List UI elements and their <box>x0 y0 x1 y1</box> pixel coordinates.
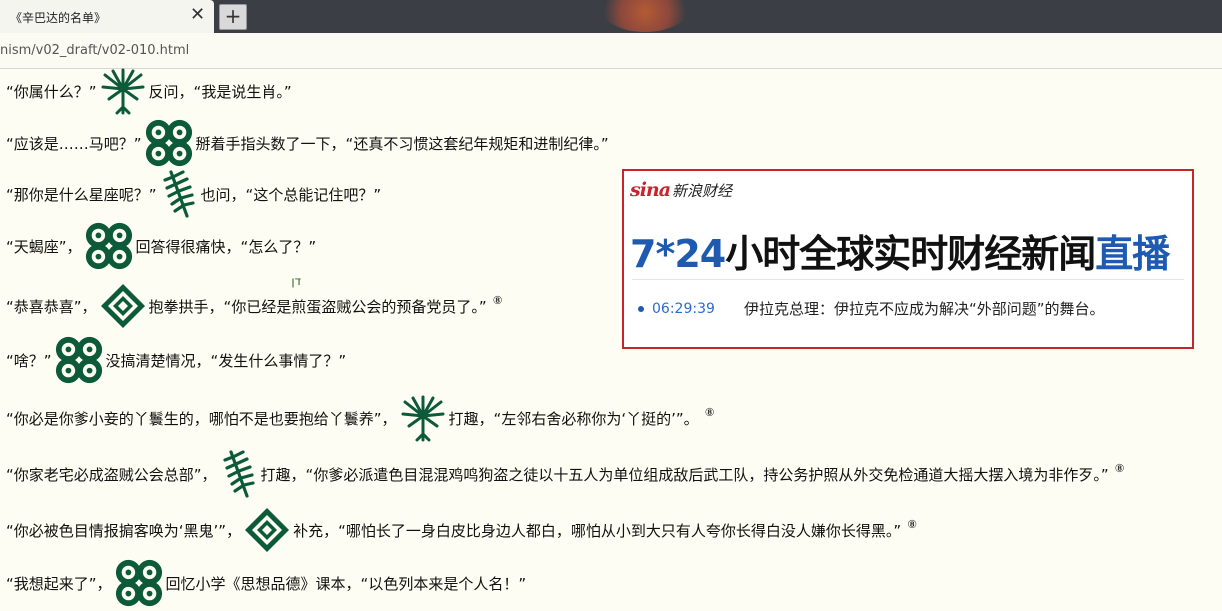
dialogue-line: “啥？” 没搞清楚情况，“发生什么事情了？” <box>6 334 346 386</box>
dialogue-line: “我想起来了”， 回忆小学《思想品德》课本，“以色列本来是个人名！” <box>6 557 526 609</box>
news-text[interactable]: 伊拉克总理：伊拉克不应成为解决“外部问题”的舞台。 <box>744 298 1105 319</box>
headline-prefix: 7*24 <box>630 232 726 276</box>
line-text: “我想起来了”， <box>6 574 112 593</box>
triple-ring-icon <box>144 118 194 168</box>
line-text: 补充，“哪怕长了一身白皮比身边人都白，哪怕从小到大只有人夸你长得白没人嫌你长得黑… <box>293 521 902 540</box>
line-text: “那你是什么星座呢？” <box>6 185 157 204</box>
line-text: 煎蛋盗贼公会的预备党员了。” <box>291 297 487 316</box>
dialogue-line: “恭喜恭喜”， 抱拳拱手，“你已经是 דן 煎蛋盗贼公会的预备党员了。” ⑧ <box>6 274 503 332</box>
dialogue-line: “你家老宅必成盗贼公会总部”， 打趣，“你爹必派遣色目混混鸡鸣狗盗之徒以十五人为… <box>6 448 1124 500</box>
line-text: 回答得很痛快，“怎么了？” <box>135 237 317 256</box>
line-text: 打趣，“左邻右舍必称你为‘丫挺的’”。 <box>448 409 699 428</box>
tab-title: 《辛巴达的名单》 <box>10 11 107 25</box>
line-text: “你家老宅必成盗贼公会总部”， <box>6 465 217 484</box>
line-text: 反问，“我是说生肖。” <box>148 82 292 101</box>
fern-leaf-icon <box>159 168 199 220</box>
footnote-marker[interactable]: ⑧ <box>493 294 503 307</box>
nested-diamond-icon <box>99 282 147 330</box>
line-text: “天蝎座”， <box>6 237 82 256</box>
sina-logo-icon: sina <box>630 179 671 201</box>
headline-suffix: 直播 <box>1095 232 1170 276</box>
palm-tree-icon <box>99 67 147 115</box>
footnote-marker[interactable]: ⑧ <box>705 406 715 419</box>
tab-bar: 《辛巴达的名单》 ✕ + <box>0 0 1222 33</box>
news-time: 06:29:39 <box>652 300 715 317</box>
headline-main: 小时全球实时财经新闻 <box>725 232 1096 276</box>
news-widget[interactable]: sina 新浪财经 7*24小时全球实时财经新闻直播 06:29:39 伊拉克总… <box>622 169 1194 349</box>
line-text: 掰着手指头数了一下，“还真不习惯这套纪年规矩和进制纪律。” <box>195 134 609 153</box>
footnote-marker[interactable]: ⑧ <box>1115 462 1125 475</box>
new-tab-button[interactable]: + <box>219 4 247 30</box>
news-item[interactable]: 06:29:39 伊拉克总理：伊拉克不应成为解决“外部问题”的舞台。 <box>638 298 1105 319</box>
line-text: 没搞清楚情况，“发生什么事情了？” <box>105 351 347 370</box>
triple-ring-icon <box>54 335 104 385</box>
line-text: “啥？” <box>6 351 52 370</box>
line-text: 回忆小学《思想品德》课本，“以色列本来是个人名！” <box>165 574 527 593</box>
widget-headline: 7*24小时全球实时财经新闻直播 <box>630 223 1170 278</box>
line-text: “恭喜恭喜”， <box>6 297 97 316</box>
dialogue-line: “你必被色目情报掮客唤为‘黑鬼’”， 补充，“哪怕长了一身白皮比身边人都白，哪怕… <box>6 504 917 556</box>
line-text: “你必被色目情报掮客唤为‘黑鬼’”， <box>6 521 242 540</box>
active-tab[interactable]: 《辛巴达的名单》 ✕ <box>0 0 214 33</box>
nested-diamond-icon <box>243 506 291 554</box>
line-text: 抱拳拱手，“你已经是 <box>148 297 292 316</box>
address-url[interactable]: nism/v02_draft/v02-010.html <box>0 43 189 58</box>
annotated-text: דן 煎蛋盗贼公会的预备党员了。” <box>291 274 487 317</box>
footnote-marker[interactable]: ⑧ <box>907 518 917 531</box>
dialogue-line: “天蝎座”， 回答得很痛快，“怎么了？” <box>6 220 316 272</box>
dialogue-line: “应该是……马吧？” 掰着手指头数了一下，“还真不习惯这套纪年规矩和进制纪律。” <box>6 117 609 169</box>
sina-finance-brand[interactable]: sina 新浪财经 <box>630 179 732 201</box>
brand-name: 新浪财经 <box>672 182 733 200</box>
browser-logo-icon <box>600 0 690 32</box>
line-text: 打趣，“你爹必派遣色目混混鸡鸣狗盗之徒以十五人为单位组成敌后武工队，持公务护照从… <box>260 465 1109 484</box>
address-bar[interactable]: nism/v02_draft/v02-010.html <box>0 33 1222 69</box>
dialogue-line: “那你是什么星座呢？” 也问，“这个总能记住吧？” <box>6 168 381 220</box>
divider <box>632 279 1184 280</box>
hebrew-annotation: דן <box>291 273 302 288</box>
line-text: “你属什么？” <box>6 82 97 101</box>
line-text: “应该是……马吧？” <box>6 134 142 153</box>
triple-ring-icon <box>84 221 134 271</box>
close-tab-icon[interactable]: ✕ <box>190 6 205 24</box>
palm-tree-icon <box>399 394 447 442</box>
line-text: 也问，“这个总能记住吧？” <box>200 185 382 204</box>
triple-ring-icon <box>114 558 164 608</box>
dialogue-line: “你必是你爹小妾的丫鬟生的，哪怕不是也要抱给丫鬟养”， 打趣，“左邻右舍必称你为… <box>6 392 715 444</box>
bullet-icon <box>638 305 644 312</box>
line-text: “你必是你爹小妾的丫鬟生的，哪怕不是也要抱给丫鬟养”， <box>6 409 397 428</box>
fern-leaf-icon <box>219 448 259 500</box>
dialogue-line: “你属什么？” 反问，“我是说生肖。” <box>6 65 292 117</box>
